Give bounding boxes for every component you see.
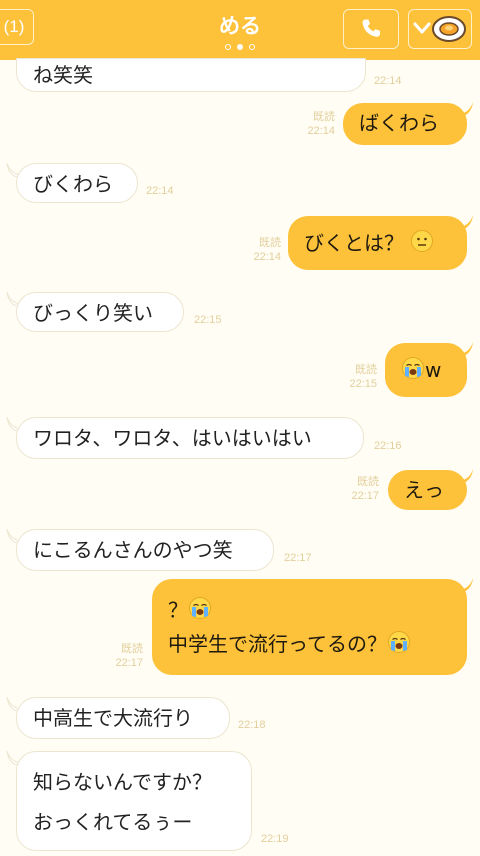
page-dot: [249, 44, 255, 50]
message-text: にこるんさんのやつ笑: [33, 538, 233, 562]
message-text: 中学生で流行ってるの？: [168, 632, 387, 656]
call-button[interactable]: [343, 9, 399, 49]
bubble-tail: [460, 469, 473, 483]
read-receipt: 既読 22:17: [334, 475, 379, 503]
message-time: 22:14: [253, 251, 281, 263]
message-time: 22:15: [349, 378, 377, 390]
menu-button[interactable]: [408, 9, 472, 49]
message-time: 22:14: [307, 125, 335, 137]
bubble-tail: [460, 578, 473, 592]
message-line: 知らないんですか？: [33, 770, 212, 794]
read-label: 既読: [121, 643, 143, 655]
crying-face-icon: [189, 597, 211, 619]
message-text: w: [425, 358, 442, 382]
outgoing-message[interactable]: ばくわら: [343, 103, 467, 145]
read-label: 既読: [259, 237, 281, 249]
message-time: 22:19: [261, 833, 289, 845]
message-time: 22:17: [351, 490, 379, 502]
chat-header: (1) める: [0, 0, 480, 60]
read-receipt: 既読 22:14: [290, 110, 335, 138]
outgoing-message[interactable]: ？ 中学生で流行ってるの？: [152, 579, 467, 675]
message-line: ？: [168, 593, 451, 627]
incoming-message[interactable]: 知らないんですか？ おっくれてるぅー: [16, 751, 252, 851]
neutral-face-icon: [411, 230, 434, 252]
message-time: 22:14: [146, 185, 174, 197]
message-line: 中学生で流行ってるの？: [168, 627, 451, 661]
incoming-message[interactable]: ね笑笑: [16, 58, 366, 92]
pacifier-icon: [432, 16, 466, 42]
incoming-message[interactable]: 中高生で大流行り: [16, 697, 230, 739]
message-text: 中高生で大流行り: [33, 706, 193, 730]
message-text: ワロタ、ワロタ、はいはいはい: [33, 426, 312, 450]
message-time: 22:17: [284, 552, 312, 564]
message-text: ね笑笑: [33, 63, 93, 87]
phone-icon: [362, 19, 380, 37]
incoming-message[interactable]: びっくり笑い: [16, 292, 184, 332]
message-time: 22:17: [115, 657, 143, 669]
message-text: びくわら: [33, 172, 113, 196]
bubble-tail: [460, 102, 473, 116]
message-line: おっくれてるぅー: [33, 810, 193, 834]
outgoing-message[interactable]: びくとは？: [288, 216, 467, 270]
bubble-tail: [460, 215, 473, 229]
message-text: えっ: [404, 478, 444, 502]
page-dot: [225, 44, 231, 50]
incoming-message[interactable]: ワロタ、ワロタ、はいはいはい: [16, 417, 364, 459]
read-receipt: 既読 22:17: [98, 642, 143, 670]
read-label: 既読: [313, 111, 335, 123]
incoming-message[interactable]: びくわら: [16, 163, 138, 203]
message-text: びっくり笑い: [33, 301, 153, 325]
message-text: びくとは？: [304, 231, 404, 255]
message-time: 22:16: [374, 440, 402, 452]
message-time: 22:18: [238, 719, 266, 731]
read-receipt: 既読 22:15: [332, 363, 377, 391]
incoming-message[interactable]: にこるんさんのやつ笑: [16, 529, 274, 571]
crying-face-icon: [388, 631, 410, 653]
message-time: 22:14: [374, 75, 402, 87]
bubble-tail: [460, 342, 473, 356]
message-text: ばくわら: [359, 111, 439, 135]
read-label: 既読: [355, 364, 377, 376]
message-time: 22:15: [194, 314, 222, 326]
message-text: ？: [168, 598, 188, 622]
chevron-down-icon: [413, 22, 431, 34]
outgoing-message[interactable]: えっ: [388, 470, 467, 510]
read-receipt: 既読 22:14: [236, 236, 281, 264]
read-label: 既読: [357, 476, 379, 488]
crying-face-icon: [402, 357, 424, 379]
page-dot-active: [237, 44, 243, 50]
outgoing-message[interactable]: w: [385, 343, 467, 397]
